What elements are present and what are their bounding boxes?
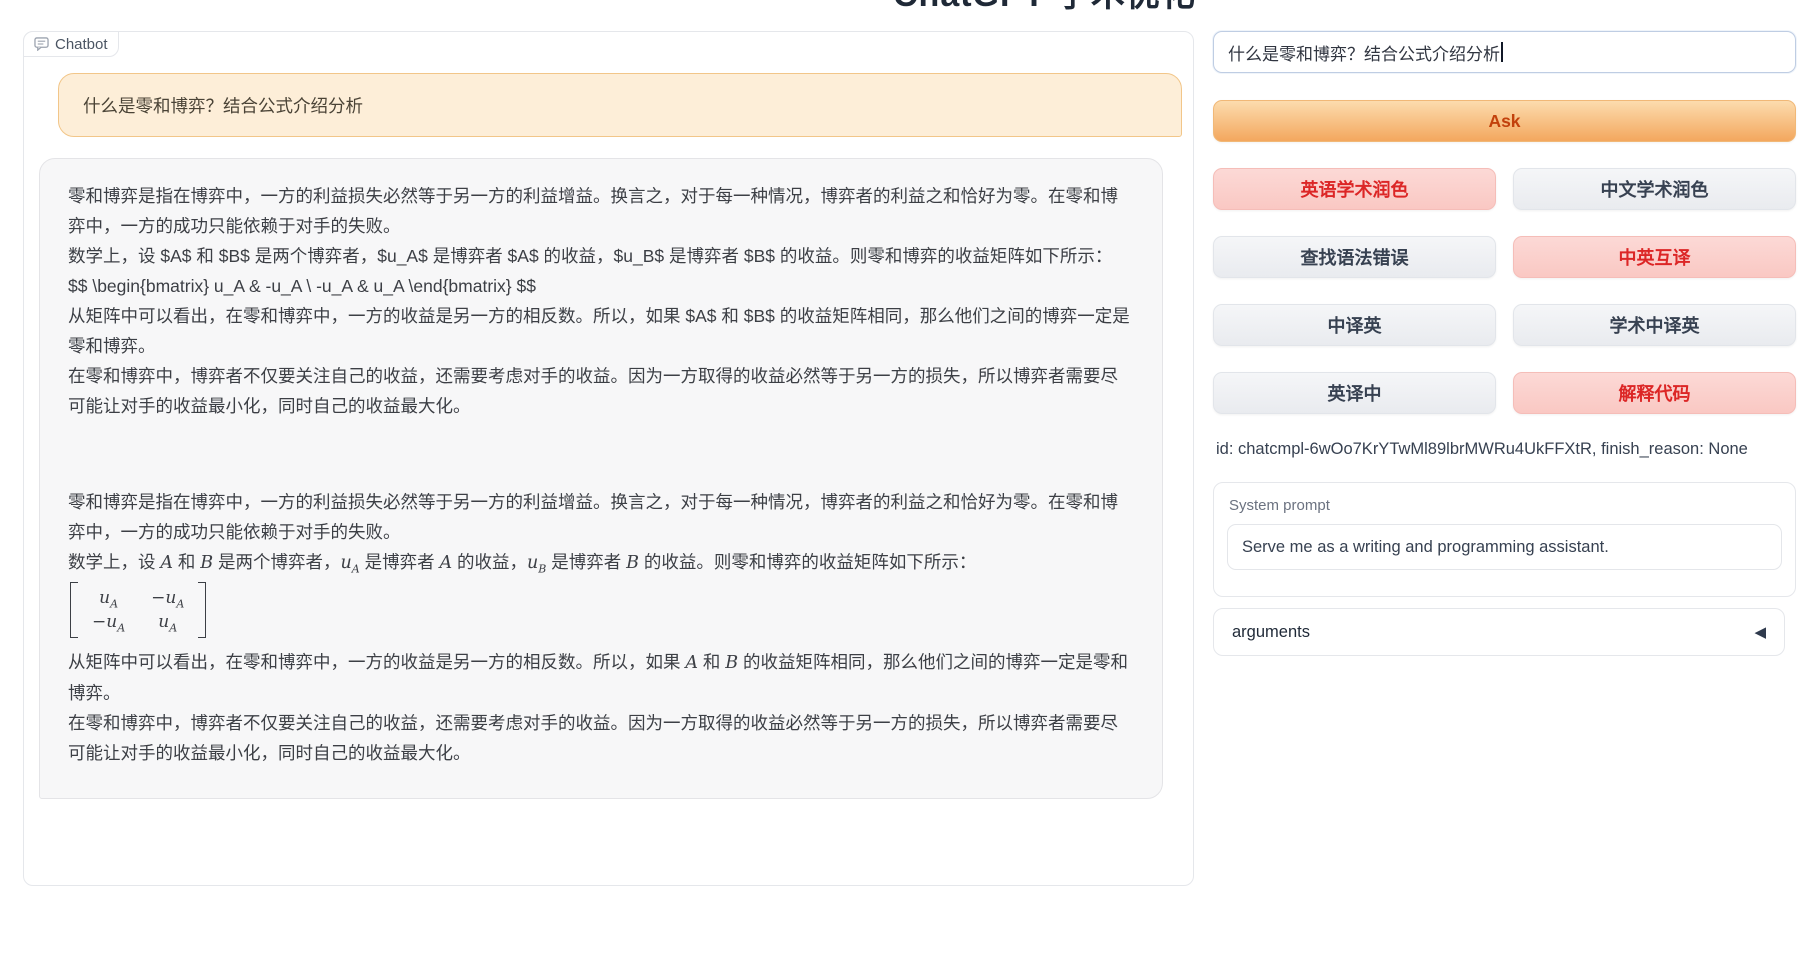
explain-code-button[interactable]: 解释代码 [1513, 372, 1796, 414]
math-var: A [160, 553, 173, 573]
message-block-gap [68, 421, 1134, 487]
arguments-accordion[interactable]: arguments ◀ [1213, 608, 1785, 656]
chatbot-panel-label: Chatbot [23, 31, 119, 57]
english-academic-polish-button[interactable]: 英语学术润色 [1213, 168, 1496, 210]
user-message-text: 什么是零和博弈？结合公式介绍分析 [83, 93, 363, 118]
matrix-right-bracket [198, 582, 206, 638]
matrix-entry: uA [92, 586, 125, 610]
chat-bubble-icon [34, 37, 49, 51]
matrix-entry: −uA [151, 586, 184, 610]
bot-raw-latex-line: $$ \begin{bmatrix} u_A & -u_A \ -u_A & u… [68, 271, 1134, 301]
chinese-academic-polish-button[interactable]: 中文学术润色 [1513, 168, 1796, 210]
user-message-bubble: 什么是零和博弈？结合公式介绍分析 [58, 73, 1182, 137]
bot-raw-paragraph: 从矩阵中可以看出，在零和博弈中，一方的收益是另一方的相反数。所以，如果 $A$ … [68, 301, 1134, 361]
matrix-left-bracket [70, 582, 78, 638]
find-grammar-errors-button[interactable]: 查找语法错误 [1213, 236, 1496, 278]
math-var: uB [527, 553, 546, 573]
text-caret [1501, 42, 1503, 62]
matrix-entries: uA −uA −uA uA [86, 582, 190, 638]
bot-message-bubble: 零和博弈是指在博弈中，一方的利益损失必然等于另一方的利益增益。换言之，对于每一种… [39, 158, 1163, 799]
chatbot-panel: Chatbot 什么是零和博弈？结合公式介绍分析 零和博弈是指在博弈中，一方的利… [23, 31, 1194, 886]
bot-raw-paragraph: 零和博弈是指在博弈中，一方的利益损失必然等于另一方的利益增益。换言之，对于每一种… [68, 181, 1134, 241]
bot-rendered-math-paragraph: 数学上，设 A 和 B 是两个博弈者，uA 是博弈者 A 的收益，uB 是博弈者… [68, 547, 1134, 578]
question-input[interactable]: 什么是零和博弈？结合公式介绍分析 [1213, 31, 1796, 73]
math-var: uA [341, 553, 360, 573]
clipped-title-wrap: ChatGPT 学术优化 [0, 0, 1814, 10]
question-input-value: 什么是零和博弈？结合公式介绍分析 [1228, 40, 1500, 65]
zh-en-mutual-translate-button[interactable]: 中英互译 [1513, 236, 1796, 278]
math-var: B [725, 653, 738, 673]
ask-button[interactable]: Ask [1213, 100, 1796, 142]
app-root: ChatGPT 学术优化 Chatbot 什么是零和博弈？结合公式介绍分析 零和… [0, 0, 1814, 961]
matrix-entry: −uA [92, 610, 125, 634]
math-var: A [439, 553, 452, 573]
chatbot-label-text: Chatbot [55, 36, 108, 53]
math-var: B [200, 553, 213, 573]
math-var: B [626, 553, 639, 573]
bot-rendered-paragraph: 在零和博弈中，博弈者不仅要关注自己的收益，还需要考虑对手的收益。因为一方取得的收… [68, 708, 1134, 768]
bot-rendered-paragraph: 零和博弈是指在博弈中，一方的利益损失必然等于另一方的利益增益。换言之，对于每一种… [68, 487, 1134, 547]
math-var: A [685, 653, 698, 673]
payoff-matrix: uA −uA −uA uA [70, 582, 206, 638]
page-title: ChatGPT 学术优化 [893, 0, 1183, 10]
accordion-collapse-icon: ◀ [1754, 623, 1766, 641]
arguments-accordion-label: arguments [1232, 623, 1310, 642]
bot-raw-paragraph: 在零和博弈中，博弈者不仅要关注自己的收益，还需要考虑对手的收益。因为一方取得的收… [68, 361, 1134, 421]
bot-raw-paragraph: 数学上，设 $A$ 和 $B$ 是两个博弈者，$u_A$ 是博弈者 $A$ 的收… [68, 241, 1134, 271]
system-prompt-input[interactable]: Serve me as a writing and programming as… [1227, 524, 1782, 570]
system-prompt-value: Serve me as a writing and programming as… [1242, 538, 1609, 557]
quick-action-grid: 英语学术润色 中文学术润色 查找语法错误 中英互译 中译英 学术中译英 英译中 … [1213, 168, 1796, 414]
bot-rendered-math-paragraph: 从矩阵中可以看出，在零和博弈中，一方的收益是另一方的相反数。所以，如果 A 和 … [68, 647, 1134, 708]
matrix-entry: uA [151, 610, 184, 634]
en-to-zh-button[interactable]: 英译中 [1213, 372, 1496, 414]
system-prompt-group: System prompt Serve me as a writing and … [1213, 482, 1796, 597]
completion-status-line: id: chatcmpl-6wOo7KrYTwMl89lbrMWRu4UkFFX… [1216, 440, 1796, 459]
academic-zh-to-en-button[interactable]: 学术中译英 [1513, 304, 1796, 346]
zh-to-en-button[interactable]: 中译英 [1213, 304, 1496, 346]
system-prompt-label: System prompt [1229, 497, 1782, 514]
